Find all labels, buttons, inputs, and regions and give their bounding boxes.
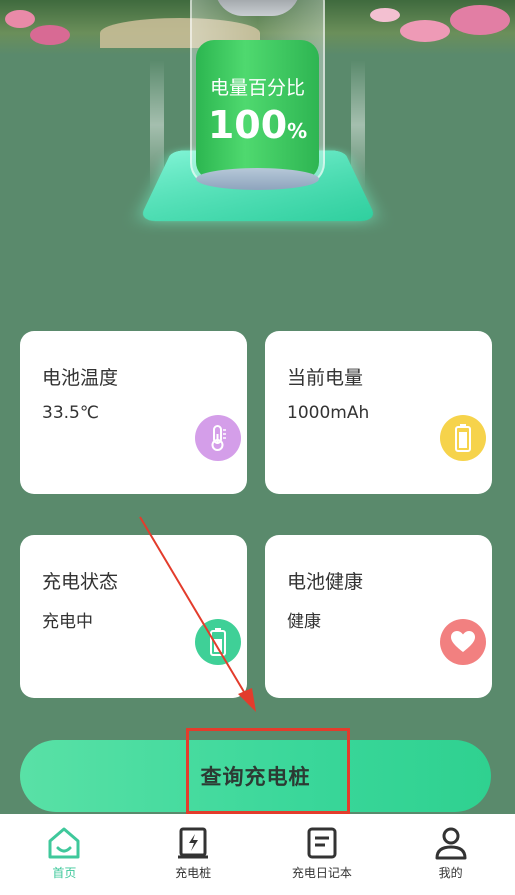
nav-item-notebook[interactable]: 充电日记本	[258, 814, 387, 895]
home-icon	[48, 827, 80, 859]
query-charging-pile-button[interactable]: 查询充电桩	[20, 740, 491, 812]
notebook-icon	[307, 827, 337, 859]
charging-pile-icon	[178, 827, 209, 859]
nav-item-home[interactable]: 首页	[0, 814, 129, 895]
nav-label: 充电桩	[175, 866, 212, 880]
bottom-navigation: 首页 充电桩 充电日记本 我的	[0, 814, 515, 895]
nav-label: 首页	[52, 866, 77, 880]
profile-icon	[435, 827, 467, 860]
nav-item-profile[interactable]: 我的	[386, 814, 515, 895]
nav-item-charging-pile[interactable]: 充电桩	[129, 814, 258, 895]
nav-label: 我的	[438, 866, 463, 880]
nav-label: 充电日记本	[291, 866, 352, 880]
